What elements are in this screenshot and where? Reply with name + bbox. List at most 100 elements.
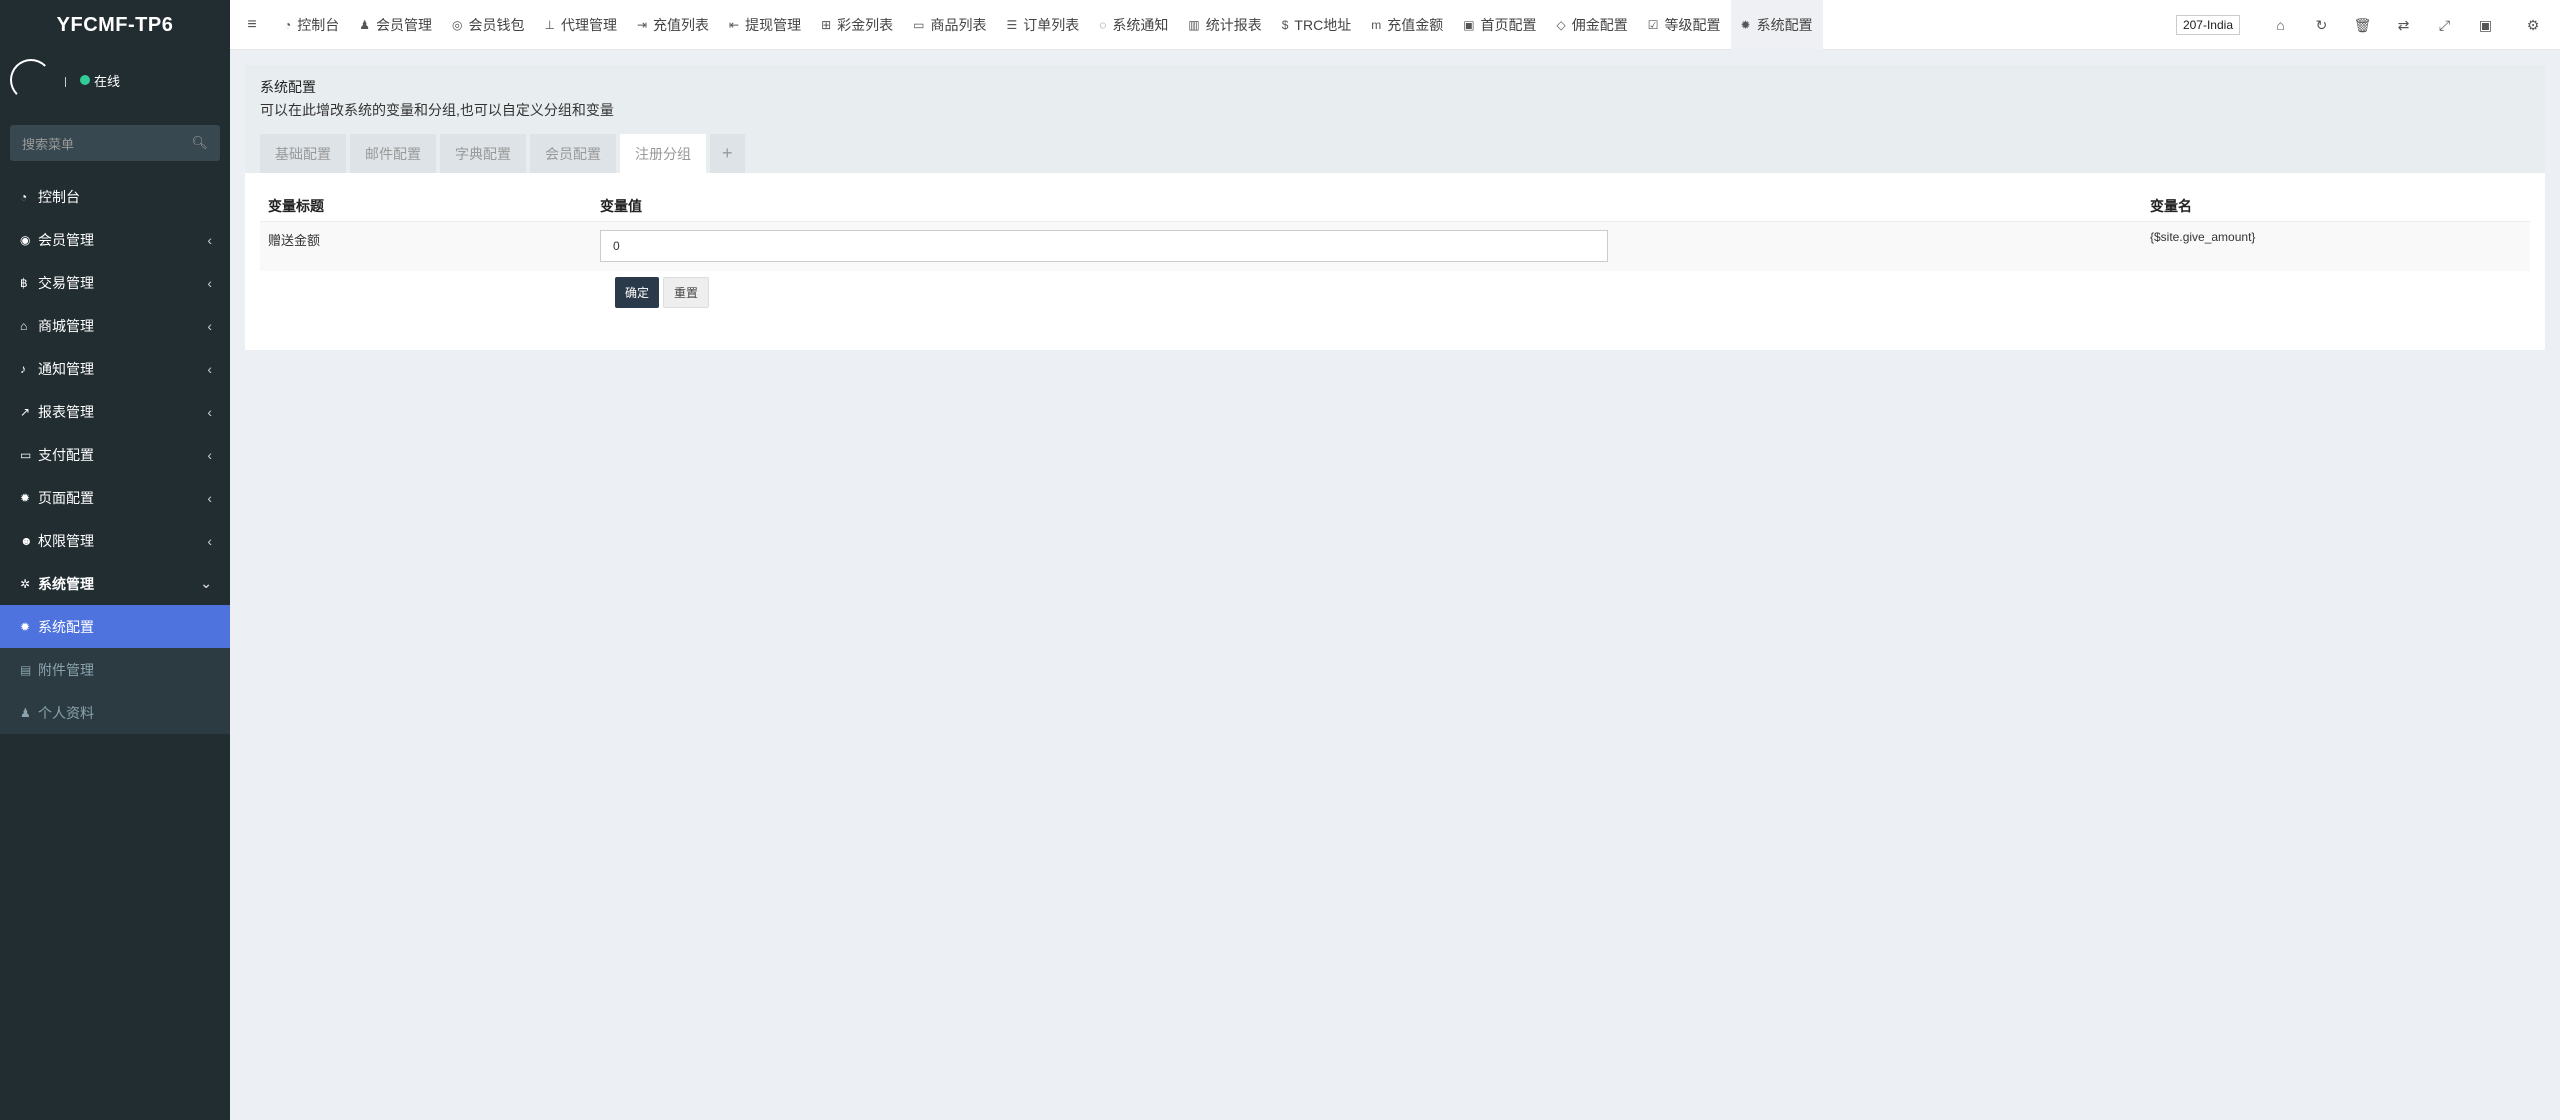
sidebar-item-notice[interactable]: ♪ 通知管理 ‹ — [0, 347, 230, 390]
settings-gears-icon[interactable]: ⚙ — [2506, 17, 2560, 34]
line-chart-icon: ↗ — [20, 404, 31, 419]
sign-in-icon: ⇥ — [636, 17, 648, 32]
tab-orders[interactable]: ☰ 订单列表 — [996, 0, 1089, 50]
reset-button[interactable]: 重置 — [663, 277, 710, 308]
search-icon[interactable]: 🔍︎ — [191, 135, 208, 151]
tab-wallet[interactable]: ◎ 会员钱包 — [442, 0, 534, 50]
sidebar-item-reports[interactable]: ↗ 报表管理 ‹ — [0, 390, 230, 433]
tab-agents[interactable]: ⊥ 代理管理 — [535, 0, 627, 50]
online-dot-icon — [80, 75, 90, 85]
form-actions: 确定 重置 — [615, 277, 2530, 308]
dashboard-icon: ◔ — [284, 17, 292, 32]
fullscreen-icon[interactable]: ⤢ — [2424, 17, 2465, 34]
credit-card-icon: ▭ — [20, 447, 32, 462]
sidebar-subitem-profile[interactable]: ♟ 个人资料 — [0, 691, 230, 734]
home-icon[interactable]: ⌂ — [2260, 17, 2301, 33]
sidebar-subitem-attachments[interactable]: ▤ 附件管理 — [0, 648, 230, 691]
sidebar-item-members[interactable]: ◉ 会员管理 ‹ — [0, 218, 230, 261]
sidebar-item-label: 商城管理 — [38, 317, 94, 334]
bar-chart-icon: ▥ — [1188, 17, 1200, 32]
translate-icon[interactable]: ⇄ — [2383, 17, 2424, 34]
column-header-value: 变量值 — [600, 198, 642, 214]
topbar: ≡ ◔ 控制台 ♟ 会员管理 ◎ 会员钱包 ⊥ 代理管理 ⇥ 充值列表 ⇤ 提现管理 ⊞ 彩金… — [230, 0, 2560, 50]
sidebar-subitem-system-config[interactable]: ✹ 系统配置 — [0, 605, 230, 648]
tab-statistics[interactable]: ▥ 统计报表 — [1178, 0, 1271, 50]
sidebar-item-dashboard[interactable]: ◔ 控制台 — [0, 175, 230, 218]
gears-icon: ✲ — [20, 576, 31, 591]
tab-label: 会员管理 — [376, 16, 433, 33]
sidebar-item-system[interactable]: ✲ 系统管理 ⌄ — [0, 562, 230, 605]
sidebar-item-label: 报表管理 — [38, 403, 94, 420]
tab-members[interactable]: ♟ 会员管理 — [349, 0, 442, 50]
page-description: 可以在此增改系统的变量和分组,也可以自定义分组和变量 — [260, 102, 614, 118]
sitemap-icon: ⊥ — [544, 17, 555, 32]
panel-heading: 系统配置 可以在此增改系统的变量和分组,也可以自定义分组和变量 基础配置 邮件配… — [245, 65, 2545, 173]
tab-label: 等级配置 — [1664, 16, 1721, 33]
gear-icon: ✹ — [1740, 17, 1751, 32]
tab-notifications[interactable]: ◌ 系统通知 — [1089, 0, 1178, 50]
tab-recharge-list[interactable]: ⇥ 充值列表 — [627, 0, 719, 50]
tab-dictionary-config[interactable]: 字典配置 — [440, 134, 526, 173]
wallet-icon: ◎ — [452, 17, 463, 32]
table-header: 变量标题 变量值 变量名 — [260, 191, 2530, 221]
sidebar-item-payment[interactable]: ▭ 支付配置 ‹ — [0, 433, 230, 476]
app-logo[interactable]: YFCMF-TP6 — [0, 0, 230, 50]
sidebar-item-label: 支付配置 — [38, 446, 94, 463]
tab-bonus-list[interactable]: ⊞ 彩金列表 — [811, 0, 903, 50]
tab-home-config[interactable]: ▣ 首页配置 — [1453, 0, 1546, 50]
tab-label: 系统通知 — [1112, 16, 1169, 33]
check-square-icon: ☑ — [1647, 17, 1659, 32]
user-circle-icon: ◉ — [20, 232, 31, 247]
site-selector[interactable]: 207-India — [2175, 15, 2240, 35]
sidebar-toggle-icon[interactable]: ≡ — [230, 16, 274, 34]
main-content: 系统配置 可以在此增改系统的变量和分组,也可以自定义分组和变量 基础配置 邮件配… — [230, 50, 2560, 1120]
sidebar-item-permissions[interactable]: ☻ 权限管理 ‹ — [0, 519, 230, 562]
sidebar-item-label: 控制台 — [38, 188, 80, 205]
tab-recharge-amount[interactable]: m 充值金额 — [1361, 0, 1453, 50]
chevron-left-icon: ‹ — [207, 317, 212, 334]
sidebar-item-label: 通知管理 — [38, 360, 94, 377]
variable-title: 赠送金额 — [268, 233, 321, 248]
sidebar-item-trade[interactable]: ฿ 交易管理 ‹ — [0, 261, 230, 304]
sidebar: YFCMF-TP6 在线 搜索菜单 🔍︎ ◔ 控制台 ◉ 会员管理 ‹ ฿交易管理 ‹ … — [0, 0, 230, 1120]
tab-commission-config[interactable]: ◇ 佣金配置 — [1547, 0, 1638, 50]
tab-basic-config[interactable]: 基础配置 — [260, 134, 346, 173]
variable-value-cell: 0 — [600, 222, 2150, 271]
tab-trc-address[interactable]: $ TRC地址 — [1272, 0, 1361, 50]
user-status: 在线 — [80, 71, 120, 90]
column-header-title: 变量标题 — [268, 198, 324, 214]
sign-out-icon: ⇤ — [729, 17, 740, 32]
sidebar-item-shop[interactable]: ⌂ 商城管理 ‹ — [0, 304, 230, 347]
tab-register-group[interactable]: 注册分组 — [620, 134, 706, 173]
tab-dashboard[interactable]: ◔ 控制台 — [274, 0, 349, 50]
sidebar-search-input[interactable]: 搜索菜单 🔍︎ — [10, 125, 220, 161]
dollar-icon: $ — [1281, 17, 1289, 32]
tab-member-config[interactable]: 会员配置 — [530, 134, 616, 173]
dashboard-icon: ◔ — [20, 189, 28, 204]
trash-icon[interactable]: 🗑︎ — [2342, 17, 2383, 34]
give-amount-input[interactable]: 0 — [600, 230, 1608, 262]
user-status-label: 在线 — [94, 73, 121, 89]
chevron-left-icon: ‹ — [207, 403, 212, 420]
add-group-button[interactable]: + — [710, 134, 745, 173]
chevron-left-icon: ‹ — [207, 532, 212, 549]
table-row: 赠送金额 0 {$site.give_amount} — [260, 221, 2530, 271]
tab-products[interactable]: ▭ 商品列表 — [903, 0, 996, 50]
submit-button[interactable]: 确定 — [615, 277, 660, 308]
chevron-left-icon: ‹ — [207, 360, 212, 377]
tab-label: 充值列表 — [653, 16, 710, 33]
sidebar-item-label: 系统配置 — [38, 618, 94, 635]
tab-mail-config[interactable]: 邮件配置 — [350, 134, 436, 173]
user-avatar-icon[interactable]: ▣ — [2465, 17, 2506, 34]
list-alt-icon: ▣ — [1463, 17, 1475, 32]
bitcoin-icon: ฿ — [20, 275, 28, 290]
sidebar-item-pages[interactable]: ✹ 页面配置 ‹ — [0, 476, 230, 519]
gear-icon: ✹ — [20, 619, 31, 634]
tab-system-config[interactable]: ✹ 系统配置 — [1730, 0, 1823, 50]
tab-level-config[interactable]: ☑ 等级配置 — [1638, 0, 1731, 50]
refresh-icon[interactable]: ↻ — [2301, 17, 2342, 34]
sidebar-item-label: 页面配置 — [38, 489, 94, 506]
sidebar-item-label: 个人资料 — [38, 704, 94, 721]
sidebar-item-label: 附件管理 — [38, 661, 94, 678]
tab-withdrawals[interactable]: ⇤ 提现管理 — [719, 0, 811, 50]
